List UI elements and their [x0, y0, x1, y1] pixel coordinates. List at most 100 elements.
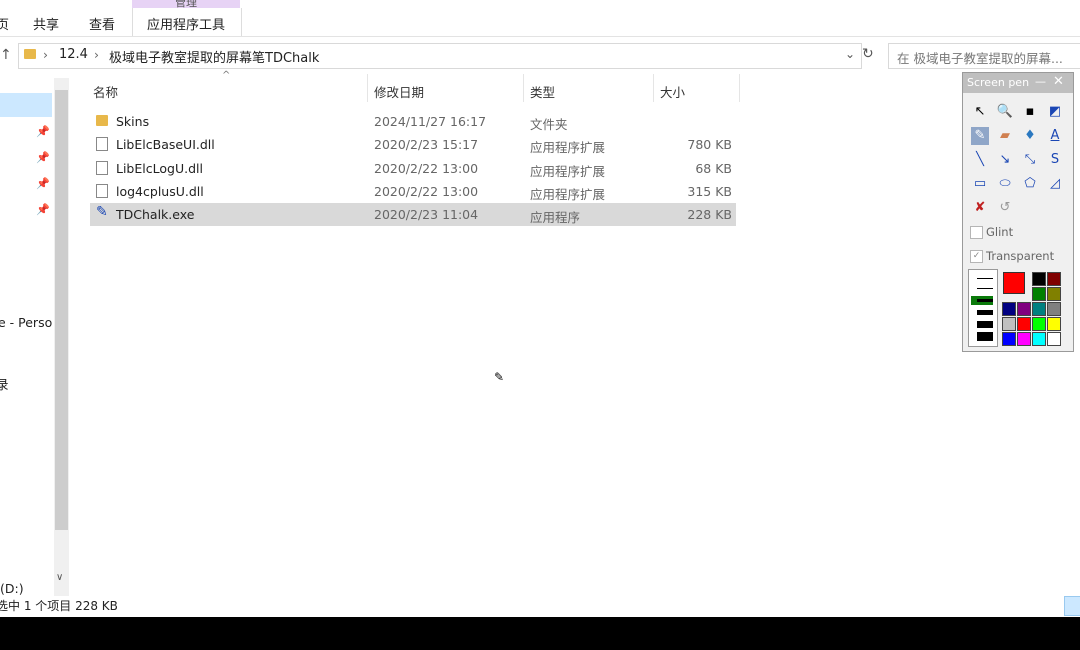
ellipse-icon[interactable]: ⬭	[996, 175, 1014, 193]
column-divider[interactable]	[367, 74, 368, 102]
color-swatch[interactable]	[1047, 287, 1061, 301]
nav-item-onedrive[interactable]: e - Perso	[0, 315, 52, 330]
sort-ascending-icon: ^	[222, 70, 231, 81]
file-name: log4cplusU.dll	[116, 184, 204, 199]
line-width-option[interactable]	[977, 321, 993, 328]
nav-item-drive-d[interactable]: (D:)	[0, 581, 24, 596]
color-swatch[interactable]	[1047, 302, 1061, 316]
status-bar: 选中 1 个项目 228 KB	[0, 596, 1080, 616]
scroll-down-icon[interactable]: ∨	[56, 572, 63, 583]
screen-icon[interactable]: ▪	[1021, 103, 1039, 121]
screen-pen-window: Screen pen — ✕ ↖ 🔍 ▪ ◩ ✎ ▰ ♦ A ╲ ↘ ⤡ S ▭…	[962, 72, 1074, 352]
clear-icon[interactable]: ✘	[971, 199, 989, 217]
search-input[interactable]: 在 极域电子教室提取的屏幕...	[888, 43, 1080, 69]
pin-icon[interactable]: 📌	[36, 203, 50, 216]
details-view-icon[interactable]	[1064, 596, 1080, 616]
tab-share[interactable]: 共享	[33, 14, 59, 33]
eraser-icon[interactable]: ▰	[996, 127, 1014, 145]
curve-icon[interactable]: S	[1046, 151, 1064, 169]
file-size: 68 KB	[695, 161, 732, 176]
refresh-icon[interactable]: ↻	[862, 46, 874, 62]
file-name: Skins	[116, 114, 150, 129]
file-size: 315 KB	[687, 184, 732, 199]
polyline-icon[interactable]: ◿	[1046, 175, 1064, 193]
pin-icon[interactable]: 📌	[36, 177, 50, 190]
color-swatch[interactable]	[1032, 302, 1046, 316]
select-arrow-icon[interactable]: ↖	[971, 103, 989, 121]
file-name: LibElcLogU.dll	[116, 161, 203, 176]
file-row[interactable]: LibElcLogU.dll 2020/2/22 13:00 应用程序扩展 68…	[90, 157, 736, 180]
column-header-type[interactable]: 类型	[530, 82, 555, 101]
line-width-option[interactable]	[977, 310, 993, 315]
tab-view-partial[interactable]: 页	[0, 14, 9, 33]
breadcrumb-chevron-icon[interactable]: ›	[43, 47, 48, 62]
column-divider[interactable]	[523, 74, 524, 102]
close-icon[interactable]: ✕	[1053, 74, 1064, 89]
color-swatch[interactable]	[1017, 302, 1031, 316]
breadcrumb-item[interactable]: 12.4	[59, 47, 88, 62]
column-divider[interactable]	[653, 74, 654, 102]
breadcrumb-chevron-icon[interactable]: ›	[94, 47, 99, 62]
rectangle-icon[interactable]: ▭	[971, 175, 989, 193]
polygon-icon[interactable]: ⬠	[1021, 175, 1039, 193]
up-arrow-icon[interactable]: ↑	[0, 47, 12, 63]
color-swatch[interactable]	[1047, 332, 1061, 346]
minimize-icon[interactable]: —	[1035, 75, 1046, 88]
tab-app-tools[interactable]: 应用程序工具	[147, 14, 225, 33]
color-swatch[interactable]	[1002, 302, 1016, 316]
file-row[interactable]: Skins 2024/11/27 16:17 文件夹	[90, 110, 736, 133]
chevron-down-icon[interactable]: ⌄	[845, 47, 855, 61]
pen-tool-icon[interactable]: ✎	[971, 127, 989, 145]
color-swatch[interactable]	[1047, 317, 1061, 331]
pin-icon[interactable]: 📌	[36, 151, 50, 164]
file-size: 228 KB	[687, 207, 732, 222]
dll-file-icon	[96, 161, 108, 175]
transparent-checkbox[interactable]: ✓	[970, 250, 983, 263]
dll-file-icon	[96, 184, 108, 198]
current-color-swatch[interactable]	[1003, 272, 1025, 294]
file-row[interactable]: log4cplusU.dll 2020/2/22 13:00 应用程序扩展 31…	[90, 180, 736, 203]
nav-scrollbar-thumb[interactable]	[55, 90, 68, 530]
line-width-option[interactable]	[977, 288, 993, 289]
double-arrow-icon[interactable]: ⤡	[1021, 151, 1039, 169]
file-name: TDChalk.exe	[116, 207, 195, 222]
line-icon[interactable]: ╲	[971, 151, 989, 169]
column-header-name[interactable]: 名称	[93, 82, 118, 101]
file-modified: 2020/2/22 13:00	[374, 161, 479, 176]
color-swatch[interactable]	[1032, 272, 1046, 286]
line-width-option[interactable]	[977, 332, 993, 341]
column-header-size[interactable]: 大小	[660, 82, 685, 101]
search-placeholder: 在 极域电子教室提取的屏幕...	[897, 51, 1063, 66]
color-swatch[interactable]	[1032, 317, 1046, 331]
line-width-option[interactable]	[977, 299, 993, 302]
fill-bucket-icon[interactable]: ♦	[1021, 127, 1039, 145]
file-type: 应用程序扩展	[530, 164, 606, 179]
undo-icon[interactable]: ↺	[996, 199, 1014, 217]
file-row-selected[interactable]: ✎ TDChalk.exe 2020/2/23 11:04 应用程序 228 K…	[90, 203, 736, 226]
color-swatch[interactable]	[1032, 332, 1046, 346]
file-row[interactable]: LibElcBaseUI.dll 2020/2/23 15:17 应用程序扩展 …	[90, 133, 736, 156]
color-swatch[interactable]	[1017, 317, 1031, 331]
tab-view[interactable]: 查看	[89, 14, 115, 33]
color-swatch[interactable]	[1002, 332, 1016, 346]
color-swatch[interactable]	[1017, 332, 1031, 346]
text-tool-icon[interactable]: A	[1046, 127, 1064, 145]
nav-selected-item[interactable]	[0, 93, 52, 117]
column-header-modified[interactable]: 修改日期	[374, 82, 424, 101]
window-icon[interactable]: ◩	[1046, 103, 1064, 121]
color-swatch[interactable]	[1032, 287, 1046, 301]
magnifier-icon[interactable]: 🔍	[996, 103, 1014, 121]
dll-file-icon	[96, 137, 108, 151]
breadcrumb-item[interactable]: 极域电子教室提取的屏幕笔TDChalk	[109, 47, 319, 66]
nav-item-partial[interactable]: 录	[0, 374, 9, 393]
pin-icon[interactable]: 📌	[36, 125, 50, 138]
status-text: 选中 1 个项目 228 KB	[0, 599, 118, 613]
screen-pen-titlebar[interactable]: Screen pen — ✕	[963, 73, 1073, 93]
file-type: 应用程序	[530, 210, 581, 225]
arrow-line-icon[interactable]: ↘	[996, 151, 1014, 169]
color-swatch[interactable]	[1047, 272, 1061, 286]
column-divider[interactable]	[739, 74, 740, 102]
line-width-option[interactable]	[977, 278, 993, 279]
glint-checkbox[interactable]	[970, 226, 983, 239]
color-swatch[interactable]	[1002, 317, 1016, 331]
